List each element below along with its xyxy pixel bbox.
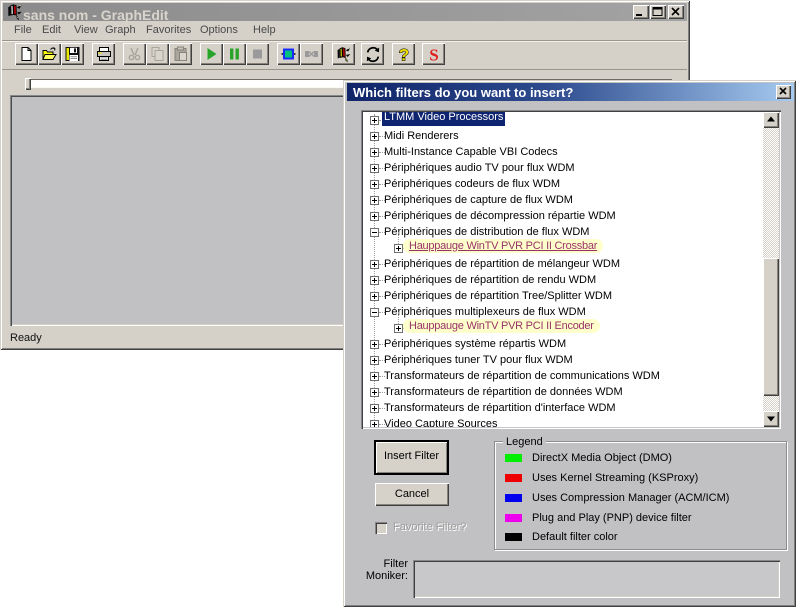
svg-text:S: S xyxy=(429,46,438,63)
svg-text:?: ? xyxy=(399,46,409,63)
